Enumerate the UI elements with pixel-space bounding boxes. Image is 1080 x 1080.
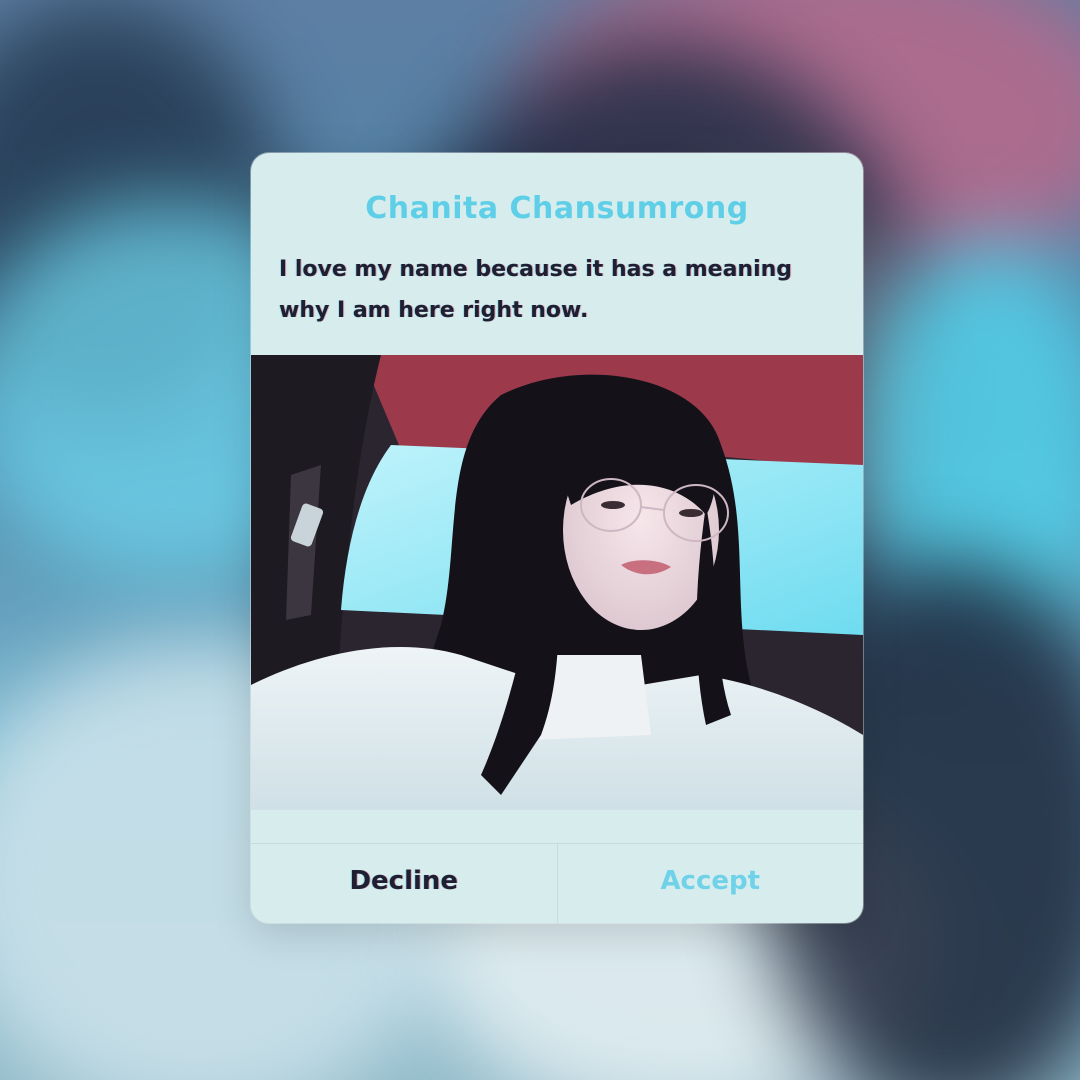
profile-photo-illustration xyxy=(251,355,863,810)
dialog-message: I love my name because it has a meaning … xyxy=(279,257,793,323)
dialog-button-row: Decline Accept xyxy=(251,843,863,923)
dialog-title: Chanita Chansumrong xyxy=(365,191,749,226)
decline-button[interactable]: Decline xyxy=(251,844,558,923)
accept-button[interactable]: Accept xyxy=(558,844,864,923)
dialog-card: Chanita Chansumrong I love my name becau… xyxy=(251,153,863,923)
profile-photo xyxy=(251,355,863,810)
